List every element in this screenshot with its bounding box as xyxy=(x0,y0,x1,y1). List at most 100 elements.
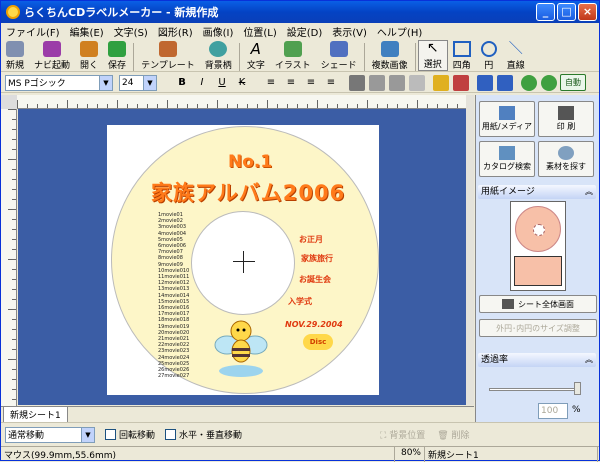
menu-edit[interactable]: 編集(E) xyxy=(65,24,109,39)
ruler-tick xyxy=(157,104,158,108)
slant-left-icon[interactable] xyxy=(369,74,385,91)
vertical-text-icon[interactable] xyxy=(349,74,365,91)
font-select[interactable]: MS Pゴシック ▼ xyxy=(5,74,113,91)
ruler-tick xyxy=(137,104,138,108)
vertical-ruler[interactable] xyxy=(1,109,17,406)
menu-position[interactable]: 位置(L) xyxy=(238,24,281,39)
material-search-button[interactable]: 素材を探す xyxy=(538,141,594,177)
send-back-icon[interactable] xyxy=(497,74,513,91)
track-list[interactable]: 1movie01 2movie02 3movie003 4movie004 5m… xyxy=(158,212,189,379)
bring-front-icon[interactable] xyxy=(477,74,493,91)
ruler-tick xyxy=(12,179,16,180)
transparency-input[interactable]: 100 xyxy=(538,403,568,419)
rotate-icon[interactable] xyxy=(409,74,425,91)
multi-image-button[interactable]: 複数画像 xyxy=(367,40,413,71)
hv-move-checkbox[interactable] xyxy=(165,429,177,440)
zoom-auto-button[interactable]: 自動 xyxy=(560,74,586,91)
underline-button[interactable]: U xyxy=(213,74,231,91)
align-justify-icon[interactable]: ≡ xyxy=(322,74,340,91)
print-button[interactable]: 印 刷 xyxy=(538,101,594,137)
ruler-tick xyxy=(67,100,68,108)
tab-sheet1[interactable]: 新規シート1 xyxy=(3,407,68,423)
bee-illustration-icon[interactable] xyxy=(213,317,269,379)
zoom-in-icon[interactable] xyxy=(521,74,537,91)
printer-icon xyxy=(558,106,574,120)
align-center-icon[interactable]: ≡ xyxy=(282,74,300,91)
event-text[interactable]: お正月 xyxy=(299,234,323,245)
paper-media-button[interactable]: 用紙/メディア xyxy=(479,101,535,137)
save-button[interactable]: 保存 xyxy=(103,40,131,71)
ruler-tick xyxy=(12,219,16,220)
navi-button[interactable]: ナビ起動 xyxy=(29,40,75,71)
ruler-tick xyxy=(357,104,358,108)
menu-view[interactable]: 表示(V) xyxy=(327,24,372,39)
move-mode-select[interactable]: 通常移動 ▼ xyxy=(5,426,95,443)
disc-title[interactable]: 家族アルバム2006 xyxy=(151,177,345,207)
ruler-tick xyxy=(317,100,318,108)
delete-button[interactable]: 🗑 削除 xyxy=(437,428,469,441)
italic-button[interactable]: I xyxy=(193,74,211,91)
event-text[interactable]: 家族旅行 xyxy=(301,253,333,264)
strikethrough-button[interactable]: K xyxy=(233,74,251,91)
menu-settings[interactable]: 設定(D) xyxy=(282,24,328,39)
menu-shape[interactable]: 図形(R) xyxy=(153,24,198,39)
disc-logo[interactable]: Disc xyxy=(303,334,333,350)
slider-thumb[interactable] xyxy=(574,382,581,395)
collapse-icon[interactable]: ︽ xyxy=(585,185,593,199)
template-button[interactable]: テンプレート xyxy=(136,40,200,71)
circle-button[interactable]: 円 xyxy=(476,40,502,71)
ruler-tick xyxy=(12,319,16,320)
transparency-slider[interactable] xyxy=(489,388,581,391)
transparency-header[interactable]: 透過率 ︽ xyxy=(478,353,596,367)
bg-position-button[interactable]: ⛶ 背景位置 xyxy=(380,428,425,441)
minimize-button[interactable]: _ xyxy=(536,3,555,21)
close-button[interactable]: × xyxy=(578,3,597,21)
fill-color-icon[interactable] xyxy=(453,74,469,91)
align-left-icon[interactable]: ≡ xyxy=(262,74,280,91)
line-icon: ＼ xyxy=(508,41,523,57)
menu-help[interactable]: ヘルプ(H) xyxy=(372,24,427,39)
new-button[interactable]: 新規 xyxy=(1,40,29,71)
ruler-tick xyxy=(12,379,16,380)
zoom-out-icon[interactable] xyxy=(541,74,557,91)
background-button[interactable]: 背景柄 xyxy=(200,40,237,71)
disc-title-number[interactable]: No.1 xyxy=(228,152,272,172)
ruler-tick xyxy=(387,104,388,108)
event-text[interactable]: 入学式 xyxy=(288,296,312,307)
horizontal-ruler[interactable] xyxy=(17,95,466,109)
menu-text[interactable]: 文字(S) xyxy=(109,24,153,39)
illustration-button[interactable]: イラスト xyxy=(270,40,316,71)
disc-date[interactable]: NOV.29.2004 xyxy=(285,320,343,329)
ruler-tick xyxy=(307,104,308,108)
vertical-scrollbar[interactable] xyxy=(466,95,474,405)
menu-image[interactable]: 画像(I) xyxy=(198,24,239,39)
event-text[interactable]: お誕生会 xyxy=(299,274,331,285)
collapse-icon[interactable]: ︽ xyxy=(585,353,593,367)
maximize-button[interactable]: □ xyxy=(557,3,576,21)
rectangle-button[interactable]: 四角 xyxy=(448,40,476,71)
size-adjust-button[interactable]: 外円･内円のサイズ調整 xyxy=(479,319,597,337)
shade-button[interactable]: シェード xyxy=(316,40,362,71)
menu-file[interactable]: ファイル(F) xyxy=(1,24,65,39)
rotate-move-checkbox[interactable] xyxy=(105,429,116,440)
paper-image-header[interactable]: 用紙イメージ ︽ xyxy=(478,185,596,199)
ruler-tick xyxy=(267,100,268,108)
font-size-select[interactable]: 24 ▼ xyxy=(119,74,157,91)
line-button[interactable]: ＼ 直線 xyxy=(502,40,530,71)
text-button[interactable]: A 文字 xyxy=(242,40,270,71)
ruler-tick xyxy=(12,129,16,130)
pen-color-icon[interactable] xyxy=(433,74,449,91)
slant-right-icon[interactable] xyxy=(389,74,405,91)
whole-sheet-button[interactable]: シート全体画面 xyxy=(479,295,597,313)
select-button[interactable]: ↖ 選択 xyxy=(417,40,448,71)
open-button[interactable]: 開く xyxy=(75,40,103,71)
ruler-tick xyxy=(12,269,16,270)
bold-button[interactable]: B xyxy=(173,74,191,91)
toolbar-separator xyxy=(238,43,240,71)
whole-sheet-icon xyxy=(502,299,514,309)
catalog-search-button[interactable]: カタログ検索 xyxy=(479,141,535,177)
align-right-icon[interactable]: ≡ xyxy=(302,74,320,91)
catalog-icon xyxy=(499,146,515,160)
paper-media-icon xyxy=(499,106,515,120)
ruler-tick xyxy=(297,104,298,108)
